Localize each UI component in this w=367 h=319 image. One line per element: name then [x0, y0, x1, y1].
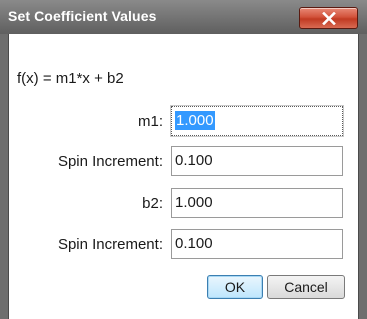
cancel-button[interactable]: Cancel: [267, 275, 345, 299]
b2-spin-increment-value: 0.100: [175, 235, 213, 252]
b2-value: 1.000: [175, 194, 213, 211]
title-bar[interactable]: Set Coefficient Values: [0, 0, 367, 34]
dialog-window: Set Coefficient Values f(x) = m1*x + b2 …: [0, 0, 367, 319]
close-icon: [322, 12, 336, 25]
m1-label: m1:: [137, 113, 163, 130]
m1-spin-increment-label: Spin Increment:: [57, 153, 163, 170]
dialog-title: Set Coefficient Values: [8, 8, 157, 24]
m1-spin-increment-input[interactable]: 0.100: [171, 146, 343, 176]
close-button[interactable]: [299, 7, 358, 29]
b2-spin-increment-label: Spin Increment:: [57, 236, 163, 253]
m1-value: 1.000: [175, 111, 215, 130]
b2-label: b2:: [142, 195, 163, 212]
m1-input[interactable]: 1.000: [170, 105, 344, 137]
b2-spin-increment-input[interactable]: 0.100: [171, 229, 343, 259]
ok-button[interactable]: OK: [207, 275, 263, 299]
formula-label: f(x) = m1*x + b2: [17, 70, 124, 87]
b2-input[interactable]: 1.000: [171, 188, 343, 218]
m1-spin-increment-value: 0.100: [175, 152, 213, 169]
